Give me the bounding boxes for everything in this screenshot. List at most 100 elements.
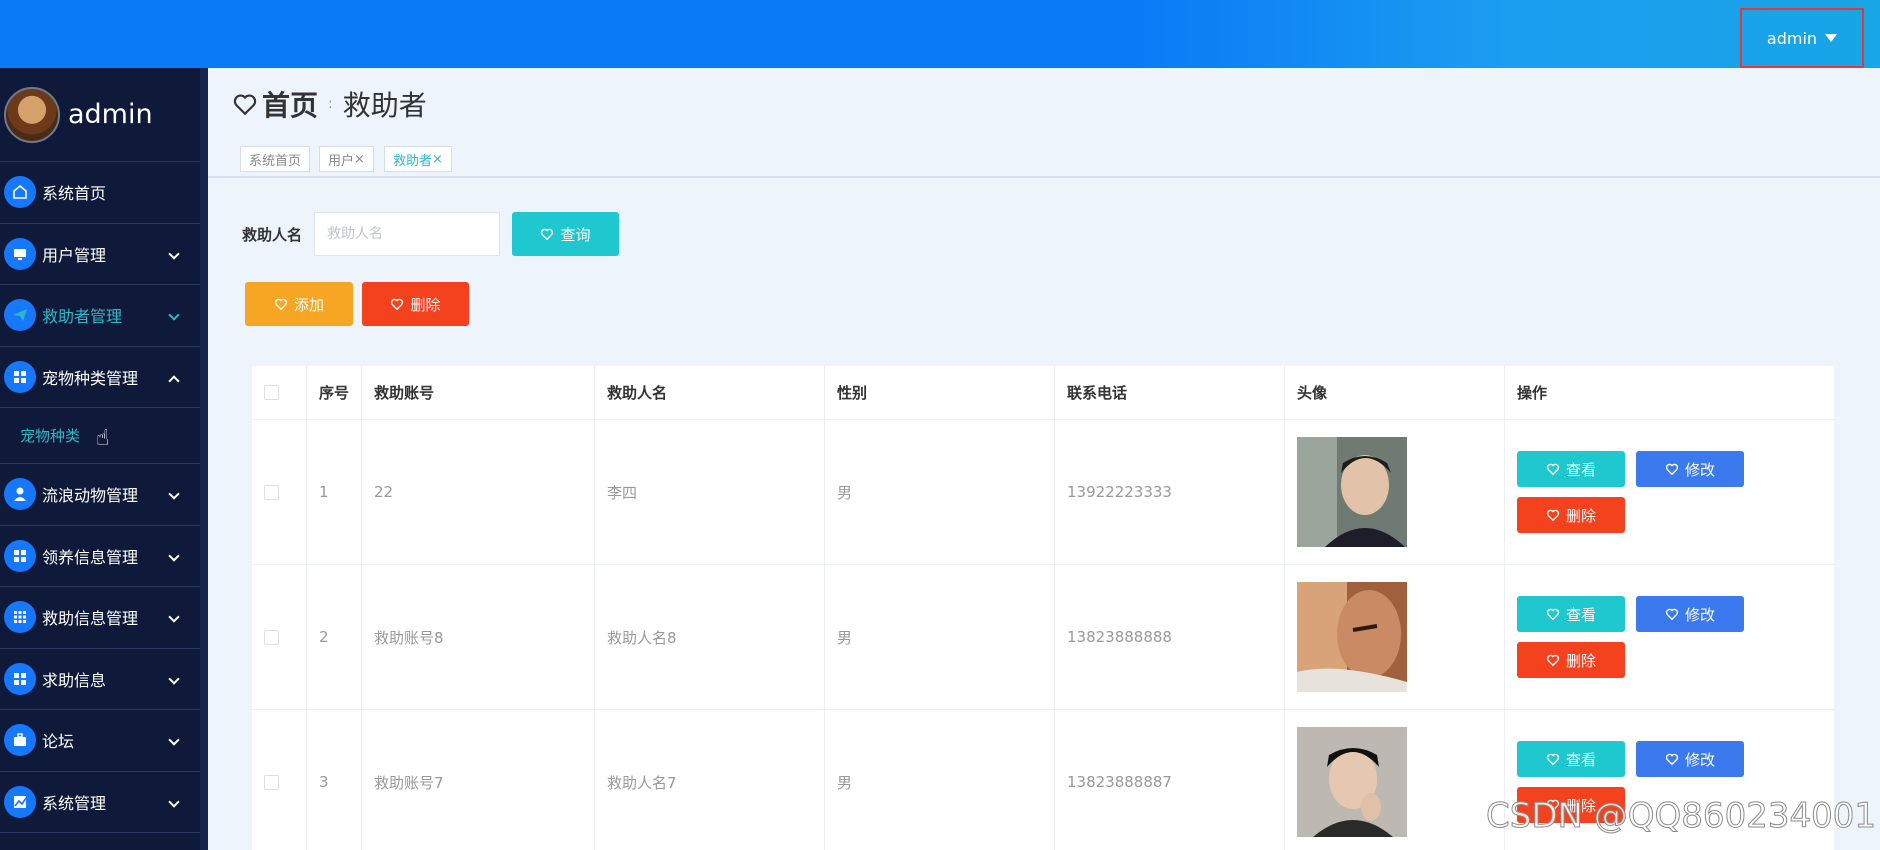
row-phone: 13823888887 <box>1055 710 1285 850</box>
edit-button[interactable]: 修改 <box>1636 451 1744 487</box>
user-icon <box>4 478 36 511</box>
sidebar-item-label: 领养信息管理 <box>42 547 139 567</box>
breadcrumb-home[interactable]: 首页 <box>232 84 318 124</box>
chevron-down-icon <box>168 734 180 746</box>
sidebar-item-label: 求助信息 <box>42 670 107 690</box>
heart-icon <box>274 298 288 311</box>
apps-icon <box>4 601 36 634</box>
chevron-down-icon <box>168 247 180 260</box>
chevron-down-icon <box>168 549 180 562</box>
select-all-checkbox[interactable] <box>264 385 279 400</box>
row-name: 李四 <box>595 420 825 564</box>
sidebar-item-label: 系统首页 <box>42 184 107 204</box>
user-menu-label: admin <box>1766 28 1818 48</box>
edit-button-label: 修改 <box>1684 461 1715 479</box>
sidebar-item-home[interactable]: 系统首页 <box>0 162 200 224</box>
view-button[interactable]: 查看 <box>1517 596 1625 632</box>
row-avatar-cell <box>1285 420 1505 564</box>
breadcrumb-current: 救助者 <box>342 89 427 122</box>
table-row: 1 22 李四 男 13922223333 查看 修改 删除 <box>252 420 1834 565</box>
sidebar-item-label: 救助信息管理 <box>42 609 139 629</box>
sidebar-subitem-pet-category[interactable]: 宠物种类 ☝ <box>0 408 200 464</box>
delete-button[interactable]: 删除 <box>362 282 469 326</box>
close-icon[interactable]: × <box>432 152 443 167</box>
header-select-cell <box>252 366 307 419</box>
chevron-down-icon <box>168 309 180 321</box>
briefcase-icon <box>4 724 36 757</box>
query-button-label: 查询 <box>560 226 591 244</box>
chevron-down-icon <box>168 611 180 623</box>
column-header: 序号 <box>307 366 362 419</box>
heart-icon <box>391 298 404 311</box>
tags-bar: 系统首页 用户 × 救助者 × <box>208 140 1880 178</box>
row-actions: 查看 修改 删除 <box>1505 420 1834 564</box>
row-checkbox[interactable] <box>264 774 279 790</box>
heart-icon <box>1665 463 1679 476</box>
rescuer-table: 序号 救助账号 救助人名 性别 联系电话 头像 操作 1 22 李四 男 139… <box>252 366 1834 850</box>
sidebar-item-label: 系统管理 <box>42 793 107 813</box>
sidebar-item-user-management[interactable]: 用户管理 <box>0 224 200 285</box>
heart-icon <box>1546 608 1560 621</box>
tag-rescuer[interactable]: 救助者 × <box>384 146 452 172</box>
view-button[interactable]: 查看 <box>1517 451 1625 487</box>
sidebar-item-label: 救助者管理 <box>42 307 123 327</box>
tag-label: 救助者 <box>393 153 433 169</box>
table-row: 2 救助账号8 救助人名8 男 13823888888 查看 修改 删除 <box>252 565 1834 710</box>
add-button[interactable]: 添加 <box>245 282 353 326</box>
column-header: 救助账号 <box>362 366 595 419</box>
top-bar: admin <box>0 0 1880 68</box>
chart-icon <box>4 785 36 818</box>
heart-icon <box>1546 463 1560 476</box>
tag-system-home[interactable]: 系统首页 <box>240 146 311 172</box>
row-gender: 男 <box>825 710 1055 850</box>
chevron-down-icon <box>168 795 180 808</box>
table-header: 序号 救助账号 救助人名 性别 联系电话 头像 操作 <box>252 366 1834 420</box>
column-header: 性别 <box>825 366 1055 419</box>
search-label: 救助人名 <box>242 226 303 244</box>
edit-button-label: 修改 <box>1684 606 1715 624</box>
row-checkbox[interactable] <box>264 629 279 645</box>
sidebar-item-rescue-info-management[interactable]: 救助信息管理 <box>0 587 200 649</box>
heart-icon <box>541 228 554 241</box>
tag-user[interactable]: 用户 × <box>319 146 374 172</box>
row-delete-button[interactable]: 删除 <box>1517 497 1625 533</box>
heart-icon <box>1546 509 1560 522</box>
user-menu[interactable]: admin <box>1740 8 1864 68</box>
sidebar-item-label: 论坛 <box>42 732 75 752</box>
row-delete-button-label: 删除 <box>1565 507 1596 525</box>
avatar-photo <box>1297 437 1407 547</box>
send-icon <box>4 299 36 332</box>
sidebar-profile: admin <box>0 68 200 162</box>
avatar-photo <box>1297 582 1407 692</box>
query-button[interactable]: 查询 <box>512 212 619 256</box>
close-icon[interactable]: × <box>354 152 365 167</box>
view-button-label: 查看 <box>1565 461 1596 479</box>
edit-button[interactable]: 修改 <box>1636 596 1744 632</box>
monitor-icon <box>4 237 36 270</box>
row-delete-button[interactable]: 删除 <box>1517 642 1625 678</box>
search-input[interactable] <box>314 212 500 256</box>
row-delete-button-label: 删除 <box>1565 652 1596 670</box>
row-checkbox[interactable] <box>264 484 279 500</box>
sidebar-item-adoption-management[interactable]: 领养信息管理 <box>0 526 200 587</box>
heart-icon <box>1665 753 1679 766</box>
row-actions: 查看 修改 删除 <box>1505 565 1834 709</box>
view-button[interactable]: 查看 <box>1517 741 1625 777</box>
sidebar-item-forum[interactable]: 论坛 <box>0 710 200 772</box>
column-header: 联系电话 <box>1055 366 1285 419</box>
avatar <box>4 86 60 143</box>
sidebar-item-pet-category-management[interactable]: 宠物种类管理 <box>0 347 200 408</box>
sidebar-item-stray-animal-management[interactable]: 流浪动物管理 <box>0 464 200 526</box>
column-header: 操作 <box>1517 384 1548 402</box>
row-gender: 男 <box>825 565 1055 709</box>
edit-button[interactable]: 修改 <box>1636 741 1744 777</box>
tag-label: 用户 <box>328 153 355 169</box>
row-avatar-cell <box>1285 710 1505 850</box>
sidebar-item-rescuer-management[interactable]: 救助者管理 <box>0 285 200 347</box>
view-button-label: 查看 <box>1565 606 1596 624</box>
row-name: 救助人名7 <box>595 710 825 850</box>
sidebar-item-system-management[interactable]: 系统管理 <box>0 772 200 833</box>
sidebar: admin 系统首页 用户管理 救助者管理 宠物种类管理 宠物种类 ☝ 流浪动物… <box>0 68 208 850</box>
row-avatar-cell <box>1285 565 1505 709</box>
sidebar-item-help-info[interactable]: 求助信息 <box>0 649 200 710</box>
